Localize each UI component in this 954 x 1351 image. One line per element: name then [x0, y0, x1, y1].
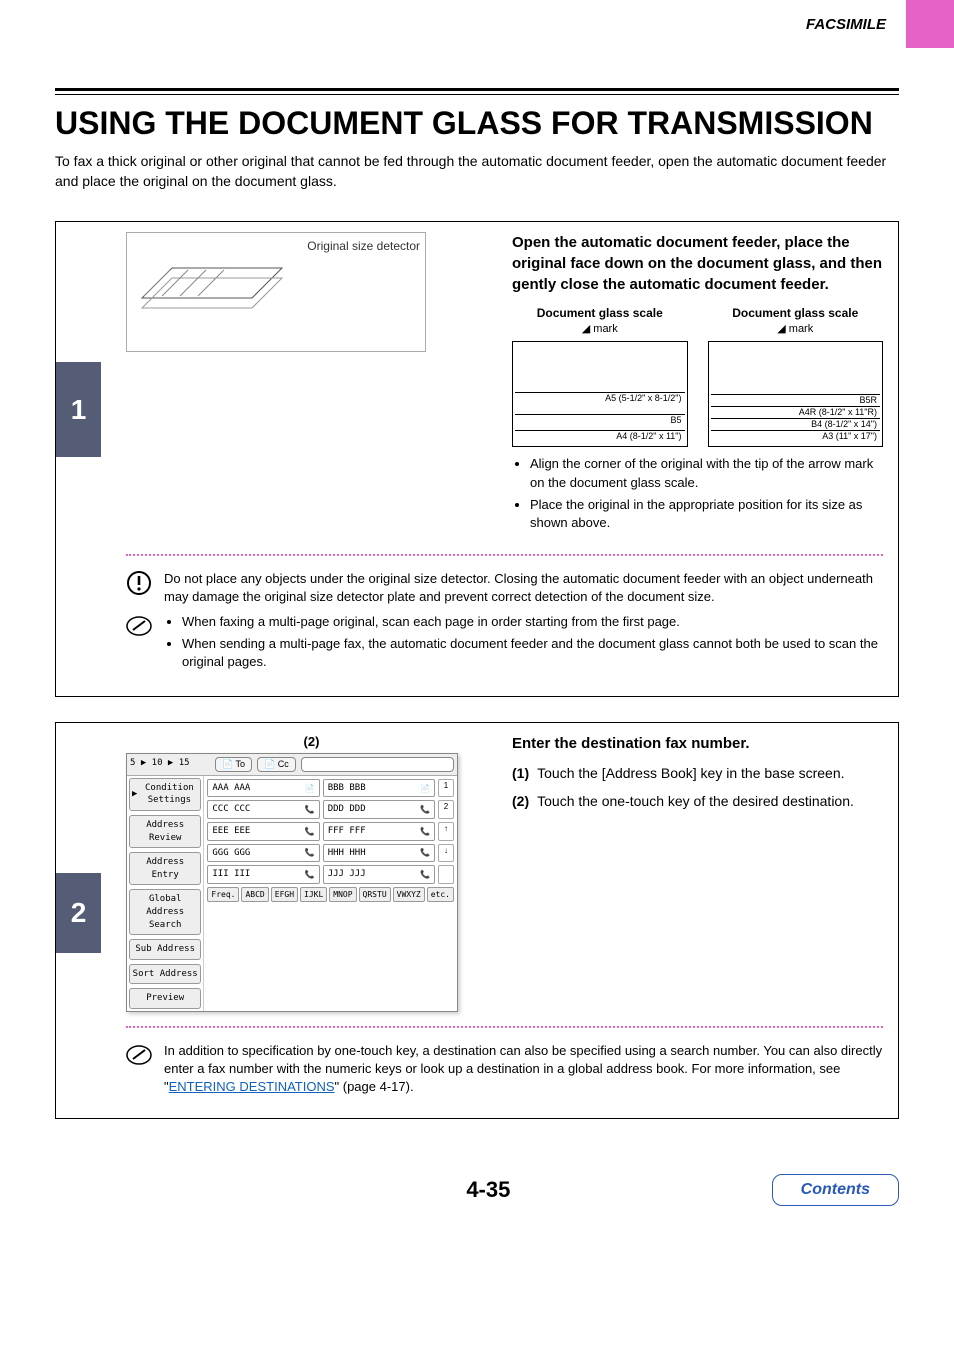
info-row: When faxing a multi-page original, scan … [126, 613, 883, 676]
info-row-2: In addition to specification by one-touc… [126, 1042, 883, 1097]
top-bar: FACSIMILE [0, 0, 954, 48]
onetouch-ggg[interactable]: GGG GGG📞 [207, 844, 319, 863]
scale-a: Document glass scale ◢ mark A5 (5-1/2" x… [512, 305, 688, 447]
scale-b: Document glass scale ◢ mark B5R A4R (8-1… [708, 305, 884, 447]
panel-sidebar: ▶ Condition Settings Address Review Addr… [127, 776, 204, 1011]
step-1-heading: Open the automatic document feeder, plac… [512, 232, 883, 295]
caution-row: Do not place any objects under the origi… [126, 570, 883, 606]
scroll-up-button[interactable]: ↑ [438, 822, 454, 841]
preview-button[interactable]: Preview [129, 988, 201, 1009]
intro-text: To fax a thick original or other origina… [55, 152, 899, 191]
sort-address-button[interactable]: Sort Address [129, 964, 201, 985]
step1-notes: When faxing a multi-page original, scan … [164, 613, 883, 676]
onetouch-jjj[interactable]: JJJ JJJ📞 [323, 865, 435, 884]
onetouch-eee[interactable]: EEE EEE📞 [207, 822, 319, 841]
step1-bullets: Align the corner of the original with th… [512, 455, 883, 532]
panel-main: AAA AAA📄 BBB BBB📄 1 CCC CCC📞 DDD DDD📞 2 [204, 776, 457, 1011]
section-label: FACSIMILE [806, 16, 886, 33]
step-2-heading: Enter the destination fax number. [512, 733, 883, 754]
step-1-box: 1 Original size detector [55, 221, 899, 697]
onetouch-iii[interactable]: III III📞 [207, 865, 319, 884]
step-2-number: 2 [56, 873, 101, 953]
tab-abcd[interactable]: ABCD [241, 887, 268, 902]
sub-address-button[interactable]: Sub Address [129, 939, 201, 960]
tab-ijkl[interactable]: IJKL [300, 887, 327, 902]
cc-pill[interactable]: 📄 Cc [257, 757, 296, 772]
footer: 4-35 Contents [0, 1164, 954, 1236]
onetouch-ddd[interactable]: DDD DDD📞 [323, 800, 435, 819]
glass-diagram: Original size detector [126, 232, 426, 352]
page-number: 4-35 [205, 1177, 772, 1203]
scroll-down-button[interactable]: ↓ [438, 844, 454, 863]
onetouch-bbb[interactable]: BBB BBB📄 [323, 779, 435, 798]
onetouch-fff[interactable]: FFF FFF📞 [323, 822, 435, 841]
tab-vwxyz[interactable]: VWXYZ [393, 887, 425, 902]
contents-button[interactable]: Contents [772, 1174, 899, 1206]
address-entry-button[interactable]: Address Entry [129, 852, 201, 885]
caution-text: Do not place any objects under the origi… [164, 570, 883, 606]
scroll-spacer [438, 865, 454, 884]
tab-efgh[interactable]: EFGH [271, 887, 298, 902]
address-book-panel: 5 ▶ 10 ▶ 15 📄 To 📄 Cc ▶ Condition Settin… [126, 753, 458, 1012]
tab-mnop[interactable]: MNOP [329, 887, 356, 902]
step-2-note: In addition to specification by one-touc… [164, 1042, 883, 1097]
rule-top [55, 88, 899, 95]
entering-destinations-link[interactable]: ENTERING DESTINATIONS [169, 1079, 335, 1094]
step-2-substeps: (1)Touch the [Address Book] key in the b… [512, 764, 883, 811]
onetouch-aaa[interactable]: AAA AAA📄 [207, 779, 319, 798]
step-1-number: 1 [56, 362, 101, 457]
address-review-button[interactable]: Address Review [129, 815, 201, 848]
callout-2: (2) [126, 733, 497, 751]
condition-settings-button[interactable]: ▶ Condition Settings [129, 778, 201, 811]
page-body: USING THE DOCUMENT GLASS FOR TRANSMISSIO… [0, 48, 954, 1164]
to-pill[interactable]: 📄 To [215, 757, 252, 772]
corner-accent [906, 0, 954, 48]
panel-toolbar: 5 ▶ 10 ▶ 15 [130, 757, 210, 772]
caution-icon [126, 570, 152, 596]
dotted-separator-2 [126, 1026, 883, 1028]
step-2-box: 2 (2) 5 ▶ 10 ▶ 15 📄 To 📄 Cc ▶ [55, 722, 899, 1118]
address-field[interactable] [301, 757, 454, 772]
alpha-tabs: Freq. ABCD EFGH IJKL MNOP QRSTU VWXYZ et… [207, 887, 454, 902]
tab-etc[interactable]: etc. [427, 887, 454, 902]
scale-diagrams: Document glass scale ◢ mark A5 (5-1/2" x… [512, 305, 883, 447]
tab-freq[interactable]: Freq. [207, 887, 239, 902]
page-title: USING THE DOCUMENT GLASS FOR TRANSMISSIO… [55, 105, 899, 142]
diagram-label: Original size detector [307, 238, 420, 255]
scanner-glass-svg [132, 238, 312, 338]
pencil-icon [126, 613, 152, 639]
onetouch-ccc[interactable]: CCC CCC📞 [207, 800, 319, 819]
scroll-num-2: 2 [438, 800, 454, 819]
scroll-num-1: 1 [438, 779, 454, 798]
onetouch-hhh[interactable]: HHH HHH📞 [323, 844, 435, 863]
global-search-button[interactable]: Global Address Search [129, 889, 201, 935]
tab-qrstu[interactable]: QRSTU [359, 887, 391, 902]
dotted-separator [126, 554, 883, 556]
pencil-icon [126, 1042, 152, 1068]
